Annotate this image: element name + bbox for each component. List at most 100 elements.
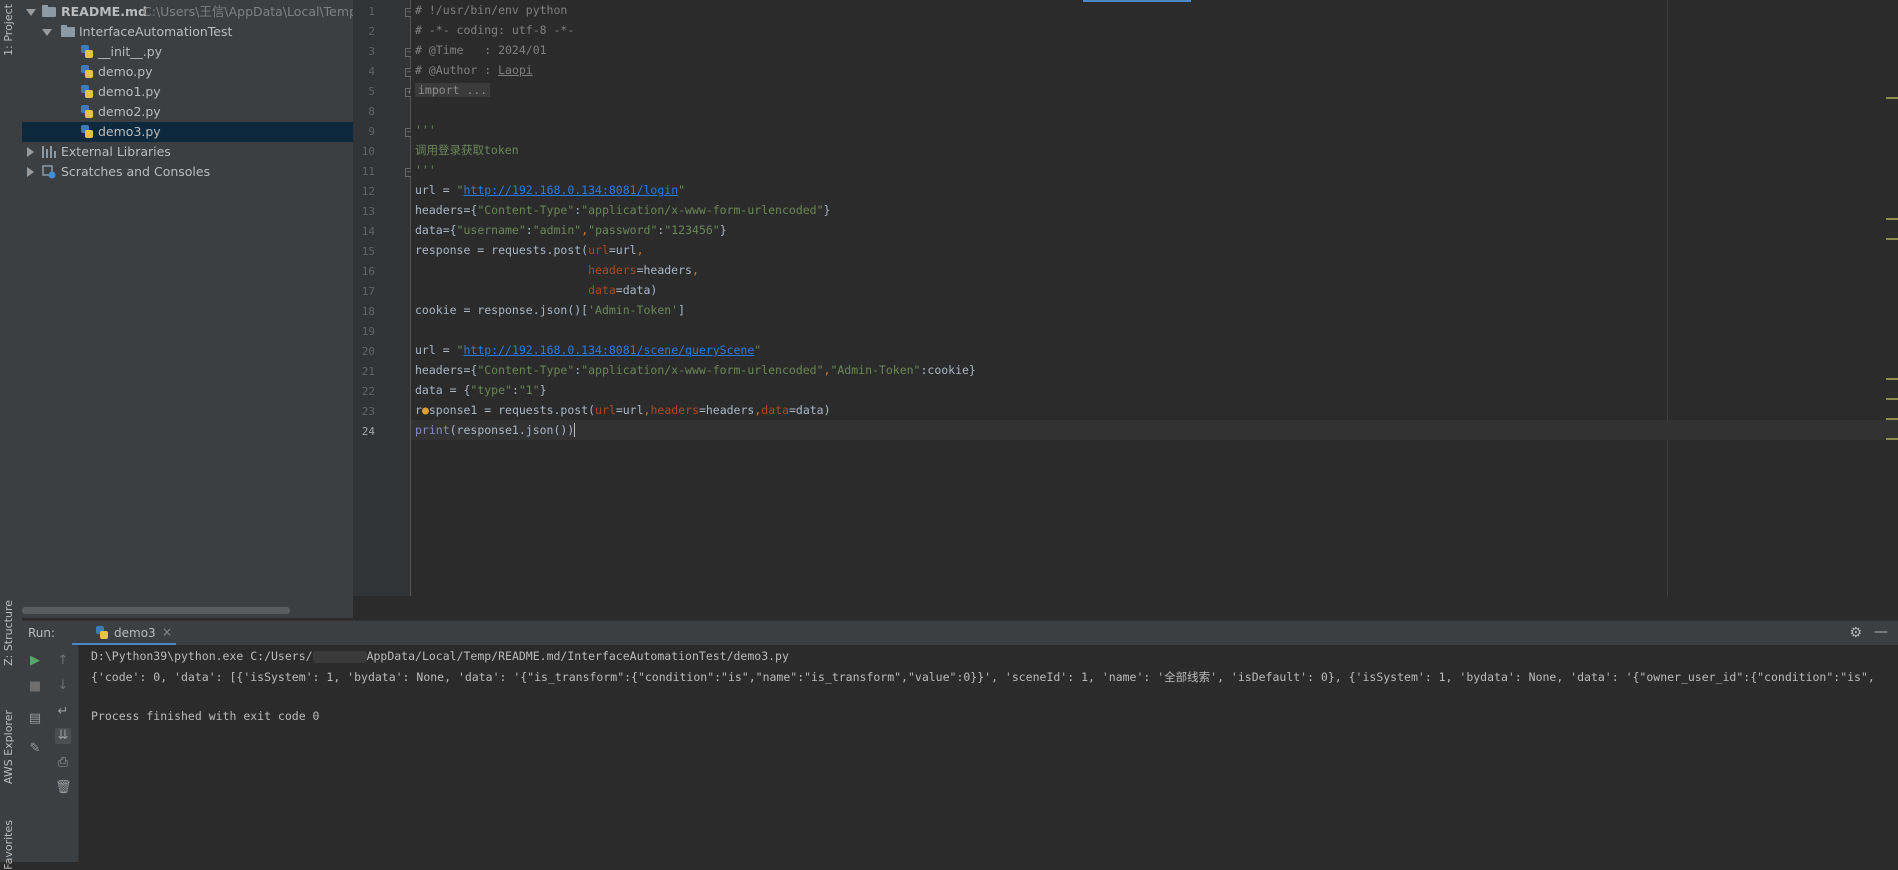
code-line-15: response = requests.post(url=url,	[415, 243, 644, 257]
rerun-icon[interactable]: ▶	[27, 653, 43, 669]
folder-name: InterfaceAutomationTest	[79, 24, 233, 39]
line-number: 20	[361, 345, 375, 358]
error-stripe-mark[interactable]	[1886, 418, 1898, 420]
python-file-icon	[81, 85, 93, 99]
error-stripe-mark[interactable]	[1886, 218, 1898, 220]
editor-gutter: 1 2 3 4 5 8 9 10 11 12 13 14 15 16 17 18…	[353, 0, 414, 596]
line-number: 21	[361, 365, 375, 378]
code-line-20: url = "http://192.168.0.134:8081/scene/q…	[415, 343, 762, 357]
down-arrow-icon[interactable]: ↓	[55, 678, 71, 694]
line-number: 23	[361, 405, 375, 418]
structure-tool-tab[interactable]: Z: Structure	[2, 600, 15, 666]
tree-external-libraries[interactable]: External Libraries	[22, 142, 353, 162]
line-number: 2	[368, 25, 375, 38]
error-stripe-mark[interactable]	[1886, 438, 1898, 440]
redacted-block	[312, 650, 367, 663]
chevron-right-icon[interactable]	[27, 167, 34, 177]
code-line-13: headers={"Content-Type":"application/x-w…	[415, 203, 831, 217]
layout-icon[interactable]: ▤	[27, 711, 43, 727]
code-line-2: # -*- coding: utf-8 -*-	[415, 23, 575, 37]
run-toolbar-secondary: ↑ ↓ ↵ ⇊ ⎙ 🗑	[48, 645, 79, 862]
run-console[interactable]: D:\Python39\python.exe C:/Users/AppData/…	[79, 645, 1898, 862]
bulb-icon[interactable]: ●	[422, 403, 429, 417]
error-stripe-mark[interactable]	[1886, 378, 1898, 380]
chevron-down-icon[interactable]	[26, 9, 36, 16]
line-number: 10	[361, 145, 375, 158]
code-line-22: data = {"type":"1"}	[415, 383, 547, 397]
minimize-icon[interactable]: —	[1874, 624, 1888, 640]
line-number: 16	[361, 265, 375, 278]
pin-icon[interactable]: ✎	[27, 741, 43, 757]
python-file-icon	[81, 125, 93, 139]
run-label: Run:	[28, 626, 56, 640]
print-icon[interactable]: ⎙	[55, 755, 71, 771]
soft-wrap-icon[interactable]: ↵	[55, 704, 71, 720]
line-number: 8	[368, 105, 375, 118]
code-editor[interactable]: # !/usr/bin/env python # -*- coding: utf…	[411, 0, 1898, 596]
line-number-current: 24	[361, 425, 375, 438]
error-stripe-mark[interactable]	[1886, 97, 1898, 99]
gear-icon[interactable]: ⚙	[1849, 625, 1862, 641]
run-toolbar: ▶ ■ ▤ ✎	[22, 645, 48, 862]
tree-file-demo1[interactable]: demo1.py	[22, 82, 353, 102]
code-line-11: '''	[415, 163, 436, 177]
scroll-to-end-icon[interactable]: ⇊	[55, 728, 71, 744]
close-icon[interactable]: ×	[162, 625, 172, 639]
line-number: 14	[361, 225, 375, 238]
scratches-label: Scratches and Consoles	[61, 164, 211, 179]
code-line-16: headers=headers,	[588, 263, 699, 277]
project-horizontal-scrollbar[interactable]	[22, 607, 290, 614]
file-name: demo2.py	[98, 104, 161, 119]
favorites-tool-tab[interactable]: Favorites	[2, 820, 15, 870]
error-stripe-mark[interactable]	[1886, 238, 1898, 240]
console-output-line: {'code': 0, 'data': [{'isSystem': 1, 'by…	[91, 670, 1875, 684]
run-tab-demo3[interactable]: demo3 ×	[72, 621, 176, 646]
code-line-14: data={"username":"admin","password":"123…	[415, 223, 727, 237]
line-number: 19	[361, 325, 375, 338]
trash-icon[interactable]: 🗑	[55, 780, 72, 796]
line-number: 13	[361, 205, 375, 218]
tree-file-init[interactable]: __init__.py	[22, 42, 353, 62]
root-name: README.md	[61, 4, 147, 19]
line-number: 3	[368, 45, 375, 58]
root-path: C:\Users\王信\AppData\Local\Temp\	[143, 4, 353, 19]
up-arrow-icon[interactable]: ↑	[55, 653, 71, 669]
run-tab-label: demo3	[114, 626, 156, 640]
error-stripe-mark[interactable]	[1886, 398, 1898, 400]
tree-file-demo3[interactable]: demo3.py	[22, 122, 353, 142]
library-icon	[42, 146, 56, 158]
line-number: 5	[368, 85, 375, 98]
project-tool-tab[interactable]: 1: Project	[2, 4, 15, 56]
chevron-down-icon[interactable]	[42, 29, 52, 36]
code-line-5: import ...	[415, 80, 491, 100]
tree-file-demo2[interactable]: demo2.py	[22, 102, 353, 122]
tree-scratches[interactable]: Scratches and Consoles	[22, 162, 353, 182]
code-line-18: cookie = response.json()['Admin-Token']	[415, 303, 686, 317]
python-file-icon	[81, 65, 93, 79]
project-panel: README.md C:\Users\王信\AppData\Local\Temp…	[22, 0, 353, 618]
external-libraries-label: External Libraries	[61, 144, 171, 159]
code-line-3: # @Time : 2024/01	[415, 43, 547, 57]
aws-explorer-tool-tab[interactable]: AWS Explorer	[2, 710, 15, 784]
file-name: __init__.py	[98, 44, 163, 59]
console-exit-line: Process finished with exit code 0	[91, 709, 320, 723]
tree-file-demo[interactable]: demo.py	[22, 62, 353, 82]
tab-accent	[1083, 0, 1191, 2]
line-number: 11	[361, 165, 375, 178]
console-command-line: D:\Python39\python.exe C:/Users/AppData/…	[91, 649, 789, 663]
stop-icon[interactable]: ■	[27, 679, 43, 695]
run-panel-header: Run: demo3 × ⚙ —	[22, 620, 1898, 646]
code-line-10: 调用登录获取token	[415, 143, 519, 157]
line-number: 9	[368, 125, 375, 138]
line-number: 1	[368, 5, 375, 18]
left-tool-strip: 1: Project Z: Structure AWS Explorer Fav…	[0, 0, 23, 870]
tree-folder-interfaceautomationtest[interactable]: InterfaceAutomationTest	[22, 22, 353, 42]
file-name: demo1.py	[98, 84, 161, 99]
code-line-24: print(response1.json())	[411, 420, 1898, 440]
code-line-21: headers={"Content-Type":"application/x-w…	[415, 363, 976, 377]
line-number: 22	[361, 385, 375, 398]
chevron-right-icon[interactable]	[27, 147, 34, 157]
code-line-9: '''	[415, 123, 436, 137]
tree-root-readme[interactable]: README.md C:\Users\王信\AppData\Local\Temp…	[22, 2, 353, 22]
code-line-23: r●sponse1 = requests.post(url=url,header…	[415, 403, 831, 417]
